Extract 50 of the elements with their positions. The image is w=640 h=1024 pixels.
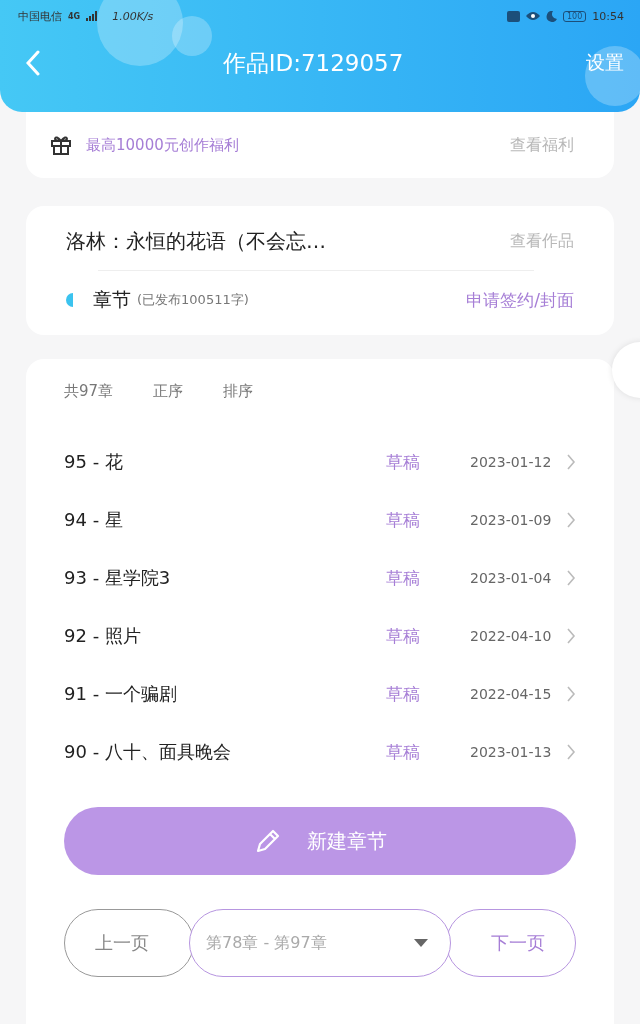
back-icon[interactable] [26, 50, 40, 76]
bubble-decoration [585, 46, 640, 106]
hd-icon [507, 10, 520, 22]
network-text: 4G [68, 11, 81, 21]
caret-icon [414, 939, 428, 947]
published-count: (已发布100511字) [137, 291, 249, 309]
battery-icon: 100 [563, 10, 587, 22]
moon-icon [546, 10, 557, 22]
chevron-right-icon[interactable] [566, 569, 576, 587]
work-title: 洛林：永恒的花语（不会忘… [66, 227, 326, 255]
chevron-right-icon[interactable] [566, 627, 576, 645]
section-title: 章节 [93, 287, 131, 312]
next-page-button[interactable]: 下一页 [446, 909, 576, 977]
chapter-title[interactable]: 92 - 照片 [64, 624, 386, 648]
sort-option[interactable]: 排序 [223, 381, 254, 401]
carrier-text: 中国电信 [18, 8, 62, 24]
chapter-date: 2022-04-10 [470, 628, 553, 644]
status-label: 草稿 [386, 624, 421, 648]
chapter-title[interactable]: 91 - 一个骗剧 [64, 682, 386, 706]
clock-text: 10:54 [592, 9, 624, 23]
chapter-title[interactable]: 90 - 八十、面具晚会 [64, 740, 386, 764]
promo-text: 最高10000元创作福利 [86, 135, 239, 155]
status-label: 草稿 [386, 508, 421, 532]
chevron-right-icon[interactable] [566, 685, 576, 703]
chevron-right-icon[interactable] [566, 743, 576, 761]
status-label: 草稿 [386, 566, 421, 590]
apply-contract-link[interactable]: 申请签约/封面 [466, 288, 574, 312]
chapter-title[interactable]: 94 - 星 [64, 508, 386, 532]
chapter-date: 2023-01-12 [470, 454, 553, 470]
chevron-right-icon[interactable] [566, 453, 576, 471]
status-label: 草稿 [386, 450, 421, 474]
new-chapter-button[interactable]: 新建章节 [64, 807, 576, 875]
chapter-title[interactable]: 93 - 星学院3 [64, 566, 386, 590]
speed-text: 1.00K/s [112, 9, 154, 23]
status-label: 草稿 [386, 740, 421, 764]
signal-icon [86, 11, 99, 21]
page-title: 作品ID:7129057 [221, 48, 405, 78]
chapter-title[interactable]: 95 - 花 [64, 450, 386, 474]
sort-option[interactable]: 正序 [153, 381, 184, 401]
chapter-count: 共97章 [64, 381, 114, 401]
status-label: 草稿 [386, 682, 421, 706]
chapter-date: 2022-04-15 [470, 686, 553, 702]
chapter-date: 2023-01-13 [470, 744, 553, 760]
eye-icon [526, 11, 540, 21]
chapter-date: 2023-01-09 [470, 512, 553, 528]
gift-icon [50, 134, 72, 156]
section-marker-icon [66, 293, 73, 307]
chapter-range-dropdown[interactable]: 第78章 - 第97章 [189, 909, 451, 977]
chevron-right-icon[interactable] [566, 511, 576, 529]
chapter-date: 2023-01-04 [470, 570, 553, 586]
